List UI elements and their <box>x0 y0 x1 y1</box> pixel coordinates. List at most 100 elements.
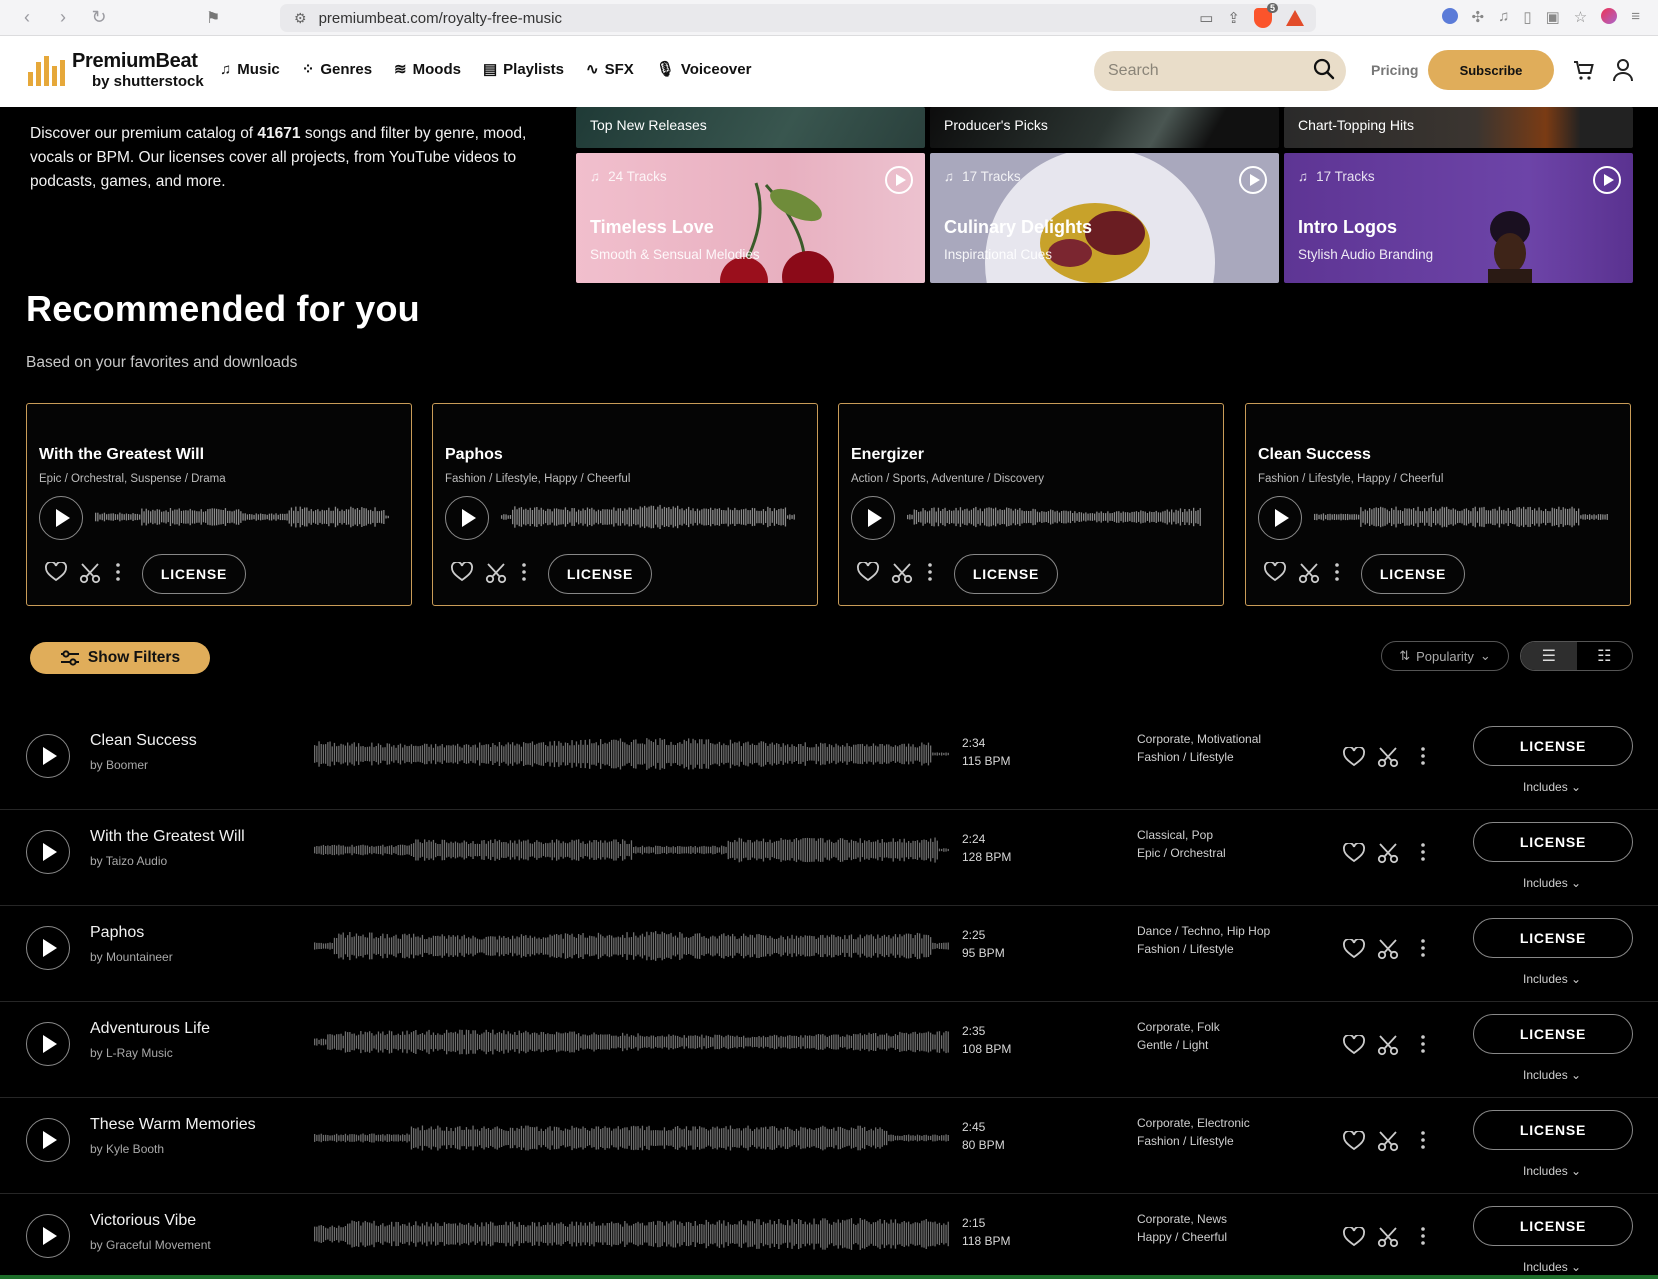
nav-voiceover[interactable]: 🎙 Voiceover <box>656 60 752 79</box>
scissors-icon[interactable] <box>1377 938 1399 960</box>
track-artist[interactable]: by Graceful Movement <box>90 1238 211 1252</box>
includes-dropdown[interactable]: Includes ⌄ <box>1523 1068 1581 1082</box>
play-button[interactable] <box>26 926 70 970</box>
favorite-heart-icon[interactable] <box>1343 1226 1365 1247</box>
track-artist[interactable]: by Boomer <box>90 758 148 772</box>
playlist-tile-intro-logos[interactable]: ♫ 17 Tracks Intro Logos Stylish Audio Bra… <box>1284 153 1633 283</box>
more-options-icon[interactable] <box>1420 746 1426 766</box>
track-title[interactable]: Clean Success <box>90 732 197 750</box>
waveform[interactable] <box>95 502 391 532</box>
detailed-list-view-button[interactable]: ☰ <box>1521 642 1577 670</box>
track-title[interactable]: With the Greatest Will <box>39 446 204 464</box>
star-icon[interactable]: ☆ <box>1574 8 1587 26</box>
scissors-icon[interactable] <box>1298 562 1320 584</box>
track-title[interactable]: Adventurous Life <box>90 1020 210 1038</box>
nav-genres[interactable]: ⁘ Genres <box>302 60 372 79</box>
track-artist[interactable]: by L-Ray Music <box>90 1046 173 1060</box>
play-button[interactable] <box>26 1118 70 1162</box>
scissors-icon[interactable] <box>79 562 101 584</box>
search-icon[interactable] <box>1312 57 1336 81</box>
play-button[interactable] <box>26 734 70 778</box>
waveform[interactable] <box>1314 502 1610 532</box>
search-input[interactable]: Search <box>1094 51 1346 91</box>
waveform[interactable] <box>907 502 1203 532</box>
playlist-tile-timeless-love[interactable]: ♫ 24 Tracks Timeless Love Smooth & Sensua… <box>576 153 925 283</box>
bookmark-icon[interactable]: ⚑ <box>206 8 220 28</box>
waveform[interactable] <box>314 1216 950 1252</box>
compact-list-view-button[interactable]: ☷ <box>1577 642 1633 670</box>
sort-dropdown[interactable]: ⇅ Popularity ⌄ <box>1381 641 1509 671</box>
favorite-heart-icon[interactable] <box>1343 842 1365 863</box>
waveform[interactable] <box>314 736 950 772</box>
more-options-icon[interactable] <box>927 562 933 582</box>
site-settings-icon[interactable]: ⚙ <box>294 10 307 27</box>
media-icon[interactable]: ♫ <box>1498 8 1509 26</box>
includes-dropdown[interactable]: Includes ⌄ <box>1523 1260 1581 1274</box>
waveform[interactable] <box>314 832 950 868</box>
favorite-heart-icon[interactable] <box>451 561 473 582</box>
play-button[interactable] <box>26 1214 70 1258</box>
license-button[interactable]: LICENSE <box>954 554 1058 594</box>
license-button[interactable]: LICENSE <box>1473 726 1633 766</box>
license-button[interactable]: LICENSE <box>1473 1014 1633 1054</box>
play-button[interactable] <box>851 496 895 540</box>
favorite-heart-icon[interactable] <box>45 561 67 582</box>
scissors-icon[interactable] <box>485 562 507 584</box>
track-artist[interactable]: by Kyle Booth <box>90 1142 164 1156</box>
more-options-icon[interactable] <box>1420 1226 1426 1246</box>
favorite-heart-icon[interactable] <box>1343 746 1365 767</box>
scissors-icon[interactable] <box>1377 1130 1399 1152</box>
more-options-icon[interactable] <box>1334 562 1340 582</box>
forward-icon[interactable]: › <box>52 7 74 28</box>
play-icon[interactable] <box>1593 166 1621 194</box>
includes-dropdown[interactable]: Includes ⌄ <box>1523 1164 1581 1178</box>
waveform[interactable] <box>314 1024 950 1060</box>
more-options-icon[interactable] <box>1420 938 1426 958</box>
favorite-heart-icon[interactable] <box>1343 1130 1365 1151</box>
brave-shield-icon[interactable]: 5 <box>1254 3 1278 28</box>
track-title[interactable]: Energizer <box>851 446 924 464</box>
play-icon[interactable] <box>1239 166 1267 194</box>
includes-dropdown[interactable]: Includes ⌄ <box>1523 780 1581 794</box>
subscribe-button[interactable]: Subscribe <box>1428 50 1554 90</box>
scissors-icon[interactable] <box>1377 842 1399 864</box>
license-button[interactable]: LICENSE <box>1473 918 1633 958</box>
playlist-tile-culinary-delights[interactable]: ♫ 17 Tracks Culinary Delights Inspiration… <box>930 153 1279 283</box>
playlist-tile-top-new-releases[interactable]: Top New Releases <box>576 107 925 148</box>
sidebar-icon[interactable]: ▯ <box>1523 8 1531 26</box>
puzzle-icon[interactable]: ✣ <box>1472 8 1485 26</box>
cart-icon[interactable] <box>1572 58 1596 82</box>
waveform[interactable] <box>314 928 950 964</box>
track-artist[interactable]: by Mountaineer <box>90 950 173 964</box>
track-title[interactable]: These Warm Memories <box>90 1116 256 1134</box>
account-icon[interactable] <box>1612 58 1634 82</box>
menu-icon[interactable]: ≡ <box>1631 8 1640 26</box>
more-options-icon[interactable] <box>1420 1130 1426 1150</box>
back-icon[interactable]: ‹ <box>16 7 38 28</box>
share-icon[interactable]: ⇪ <box>1227 9 1240 27</box>
brave-rewards-icon[interactable] <box>1286 10 1304 26</box>
track-title[interactable]: Paphos <box>445 446 503 464</box>
playlist-tile-chart-topping-hits[interactable]: Chart-Topping Hits <box>1284 107 1633 148</box>
more-options-icon[interactable] <box>521 562 527 582</box>
more-options-icon[interactable] <box>115 562 121 582</box>
nav-sfx[interactable]: ∿ SFX <box>586 60 634 79</box>
play-button[interactable] <box>26 830 70 874</box>
track-title[interactable]: Victorious Vibe <box>90 1212 196 1230</box>
extension-icon[interactable] <box>1441 8 1458 24</box>
profile-avatar-icon[interactable] <box>1601 8 1618 24</box>
favorite-heart-icon[interactable] <box>857 561 879 582</box>
waveform[interactable] <box>314 1120 950 1156</box>
track-title[interactable]: With the Greatest Will <box>90 828 245 846</box>
play-button[interactable] <box>1258 496 1302 540</box>
track-artist[interactable]: by Taizo Audio <box>90 854 167 868</box>
nav-playlists[interactable]: ▤ Playlists <box>483 60 564 79</box>
address-bar[interactable]: ⚙ premiumbeat.com/royalty-free-music ▭ ⇪… <box>280 3 1316 32</box>
license-button[interactable]: LICENSE <box>142 554 246 594</box>
cast-icon[interactable]: ▭ <box>1199 9 1213 27</box>
favorite-heart-icon[interactable] <box>1343 1034 1365 1055</box>
play-button[interactable] <box>26 1022 70 1066</box>
play-button[interactable] <box>445 496 489 540</box>
wallet-icon[interactable]: ▣ <box>1546 8 1560 26</box>
nav-moods[interactable]: ≋ Moods <box>394 60 461 79</box>
